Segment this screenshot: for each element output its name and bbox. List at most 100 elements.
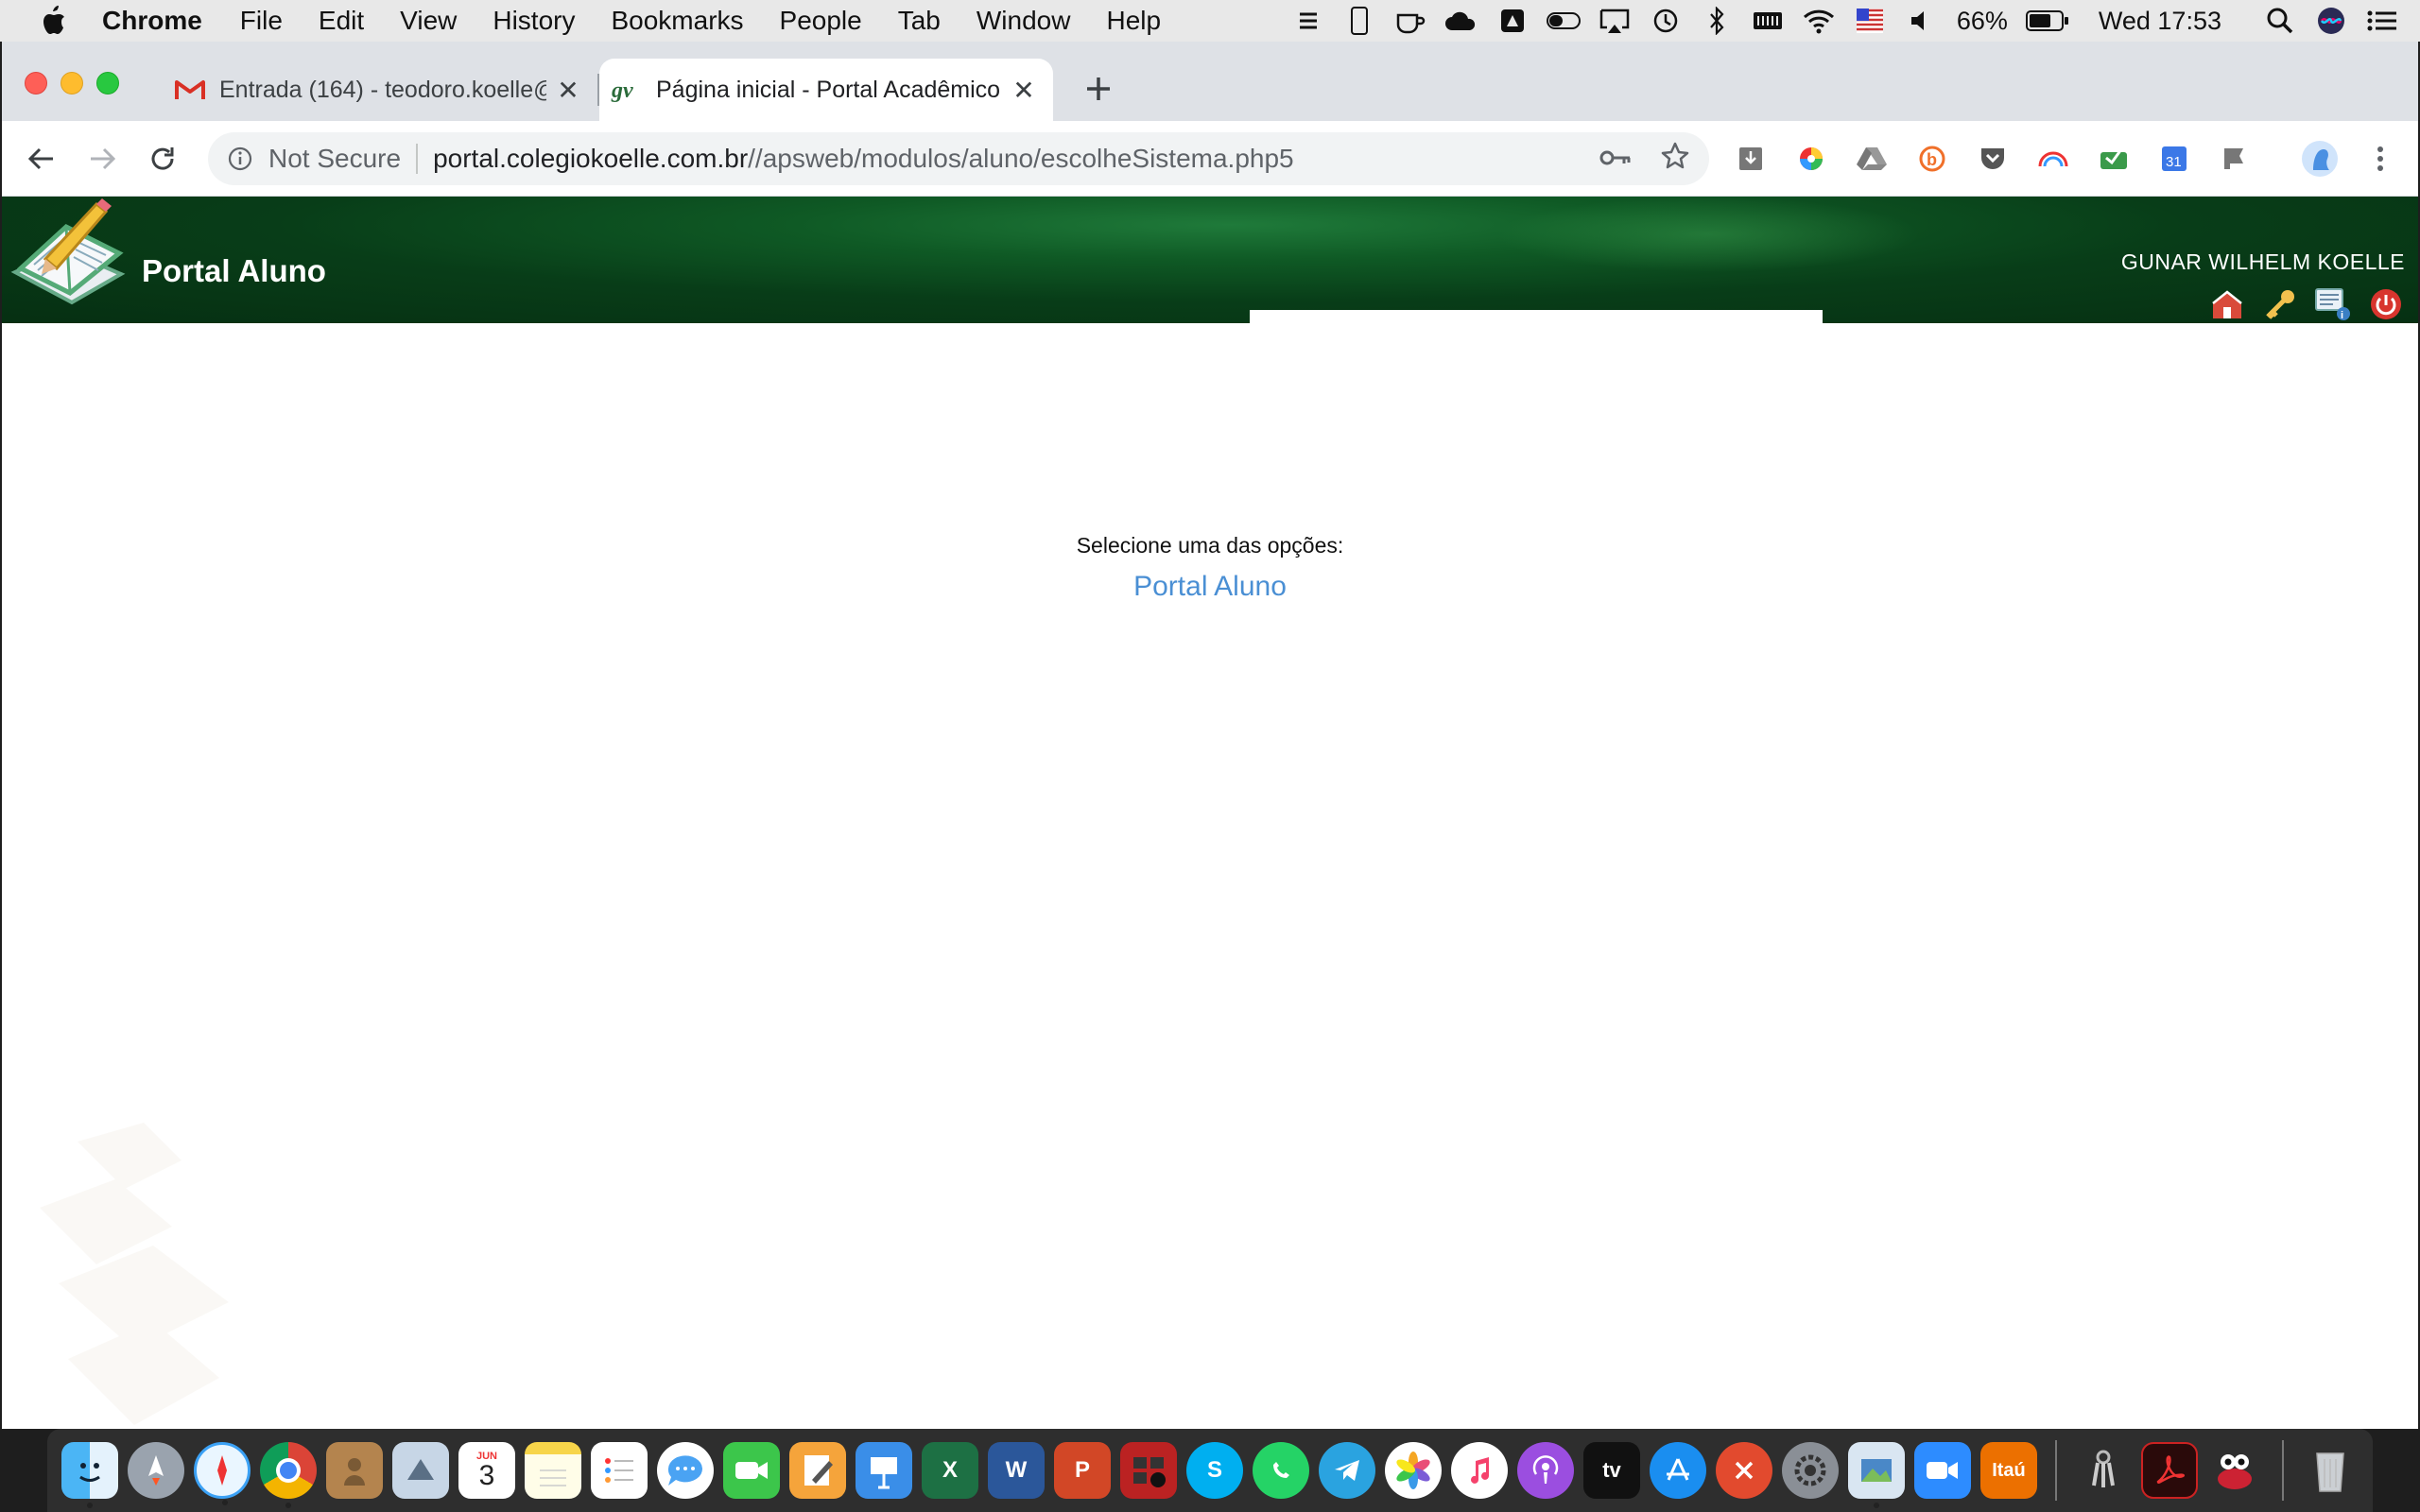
- portal-aluno-link[interactable]: Portal Aluno: [2, 571, 2418, 603]
- music-icon[interactable]: [1451, 1442, 1508, 1499]
- extension-rainbow-icon[interactable]: [2034, 140, 2072, 178]
- excel-icon[interactable]: X: [922, 1442, 978, 1499]
- maximize-window-button[interactable]: [96, 72, 119, 94]
- us-flag-icon[interactable]: [1853, 7, 1887, 35]
- notification-center-icon[interactable]: [2365, 7, 2399, 35]
- pages-icon[interactable]: [789, 1442, 846, 1499]
- tab-portal-academico[interactable]: gv Página inicial - Portal Acadêmico ✕: [599, 59, 1053, 121]
- battery-percent[interactable]: 66%: [1957, 7, 2008, 36]
- telegram-icon[interactable]: [1319, 1442, 1375, 1499]
- airplay-icon[interactable]: [1598, 7, 1632, 35]
- logout-power-icon[interactable]: [2367, 287, 2405, 321]
- reload-button[interactable]: [142, 138, 183, 180]
- coffee-cup-icon[interactable]: [1393, 7, 1427, 35]
- time-machine-icon[interactable]: [1649, 7, 1683, 35]
- preview-eagle-icon[interactable]: [392, 1442, 449, 1499]
- menu-app-name[interactable]: Chrome: [102, 6, 202, 36]
- chrome-icon[interactable]: [260, 1442, 317, 1508]
- site-info-icon[interactable]: [225, 144, 255, 174]
- volume-icon[interactable]: [1904, 7, 1938, 35]
- apple-tv-icon[interactable]: tv: [1583, 1442, 1640, 1499]
- select-option-prompt: Selecione uma das opções:: [1076, 533, 1344, 558]
- messages-icon[interactable]: i: [2314, 287, 2352, 321]
- extension-b-icon[interactable]: b: [1913, 140, 1951, 178]
- extension-download-icon[interactable]: [1732, 140, 1770, 178]
- safari-icon[interactable]: [194, 1442, 251, 1505]
- forward-button[interactable]: [81, 138, 123, 180]
- extension-pocket-icon[interactable]: [1974, 140, 2012, 178]
- memory-icon[interactable]: [1751, 7, 1785, 35]
- skype-icon[interactable]: S: [1186, 1442, 1243, 1499]
- clock[interactable]: Wed 17:53: [2099, 7, 2221, 36]
- menu-edit[interactable]: Edit: [319, 6, 364, 36]
- new-tab-button[interactable]: [1080, 70, 1117, 108]
- launchpad-icon[interactable]: [128, 1442, 184, 1499]
- notes-icon[interactable]: [525, 1442, 581, 1499]
- extension-flag-icon[interactable]: [2216, 140, 2254, 178]
- menu-tab[interactable]: Tab: [898, 6, 941, 36]
- calendar-icon[interactable]: JUN 3: [458, 1442, 515, 1499]
- powerpoint-icon[interactable]: P: [1054, 1442, 1111, 1499]
- zoom-icon[interactable]: [1914, 1442, 1971, 1499]
- menu-help[interactable]: Help: [1106, 6, 1161, 36]
- address-bar[interactable]: Not Secure portal.colegiokoelle.com.br /…: [208, 132, 1709, 185]
- preview-icon[interactable]: [1848, 1442, 1905, 1508]
- back-button[interactable]: [21, 138, 62, 180]
- not-secure-label[interactable]: Not Secure: [268, 144, 401, 174]
- finder-icon[interactable]: [61, 1442, 118, 1508]
- key-icon[interactable]: [2261, 287, 2299, 321]
- password-key-icon[interactable]: [1599, 144, 1632, 174]
- menu-file[interactable]: File: [240, 6, 283, 36]
- extension-calendar-icon[interactable]: 31: [2155, 140, 2193, 178]
- spotlight-search-icon[interactable]: [2263, 7, 2297, 35]
- minimize-window-button[interactable]: [60, 72, 83, 94]
- messages-app-icon[interactable]: [657, 1442, 714, 1499]
- browser-toolbar: Not Secure portal.colegiokoelle.com.br /…: [2, 121, 2418, 197]
- itau-icon[interactable]: Itaú: [1980, 1442, 2037, 1499]
- menu-history[interactable]: History: [493, 6, 575, 36]
- user-name: GUNAR WILHELM KOELLE: [2120, 249, 2405, 274]
- stripe-icon[interactable]: [1291, 7, 1325, 35]
- menu-bookmarks[interactable]: Bookmarks: [611, 6, 743, 36]
- owly-icon[interactable]: [2207, 1442, 2264, 1499]
- system-preferences-icon[interactable]: [1782, 1442, 1839, 1499]
- wifi-icon[interactable]: [1802, 7, 1836, 35]
- itau-label: Itaú: [1992, 1459, 2026, 1481]
- siri-icon[interactable]: [2314, 7, 2348, 35]
- menu-people[interactable]: People: [780, 6, 862, 36]
- app-store-icon[interactable]: [1650, 1442, 1706, 1499]
- menu-view[interactable]: View: [400, 6, 457, 36]
- word-icon[interactable]: W: [988, 1442, 1045, 1499]
- trash-icon[interactable]: [2302, 1442, 2359, 1499]
- menu-window[interactable]: Window: [977, 6, 1071, 36]
- podcasts-icon[interactable]: [1517, 1442, 1574, 1499]
- extension-drive-icon[interactable]: [1853, 140, 1891, 178]
- profile-avatar-icon[interactable]: [2301, 140, 2339, 178]
- battery-icon[interactable]: [2025, 7, 2070, 35]
- apple-menu-icon[interactable]: [36, 4, 70, 38]
- chrome-menu-icon[interactable]: [2361, 140, 2399, 178]
- reminders-icon[interactable]: [591, 1442, 648, 1499]
- keychain-icon[interactable]: [2075, 1442, 2132, 1499]
- contacts-icon[interactable]: [326, 1442, 383, 1499]
- photos-icon[interactable]: [1385, 1442, 1442, 1499]
- keynote-icon[interactable]: [856, 1442, 912, 1499]
- bluetooth-icon[interactable]: [1700, 7, 1734, 35]
- close-window-button[interactable]: [25, 72, 47, 94]
- acrobat-icon[interactable]: [2141, 1442, 2198, 1499]
- remote-desktop-icon[interactable]: [1716, 1442, 1772, 1499]
- extension-colorwheel-icon[interactable]: [1792, 140, 1830, 178]
- cloud-icon[interactable]: [1444, 7, 1478, 35]
- home-icon[interactable]: [2208, 287, 2246, 321]
- bookmark-star-icon[interactable]: [1660, 141, 1690, 178]
- close-tab-icon[interactable]: ✕: [1010, 76, 1038, 105]
- facetime-icon[interactable]: [723, 1442, 780, 1499]
- toggle-icon[interactable]: [1546, 7, 1581, 35]
- extension-mail-check-icon[interactable]: [2095, 140, 2133, 178]
- tab-gmail[interactable]: Entrada (164) - teodoro.koelle@ ✕: [163, 59, 597, 121]
- phone-icon[interactable]: [1342, 7, 1376, 35]
- photo-booth-icon[interactable]: [1120, 1442, 1177, 1499]
- whatsapp-icon[interactable]: [1253, 1442, 1309, 1499]
- drive-icon[interactable]: [1495, 7, 1530, 35]
- close-tab-icon[interactable]: ✕: [554, 76, 582, 105]
